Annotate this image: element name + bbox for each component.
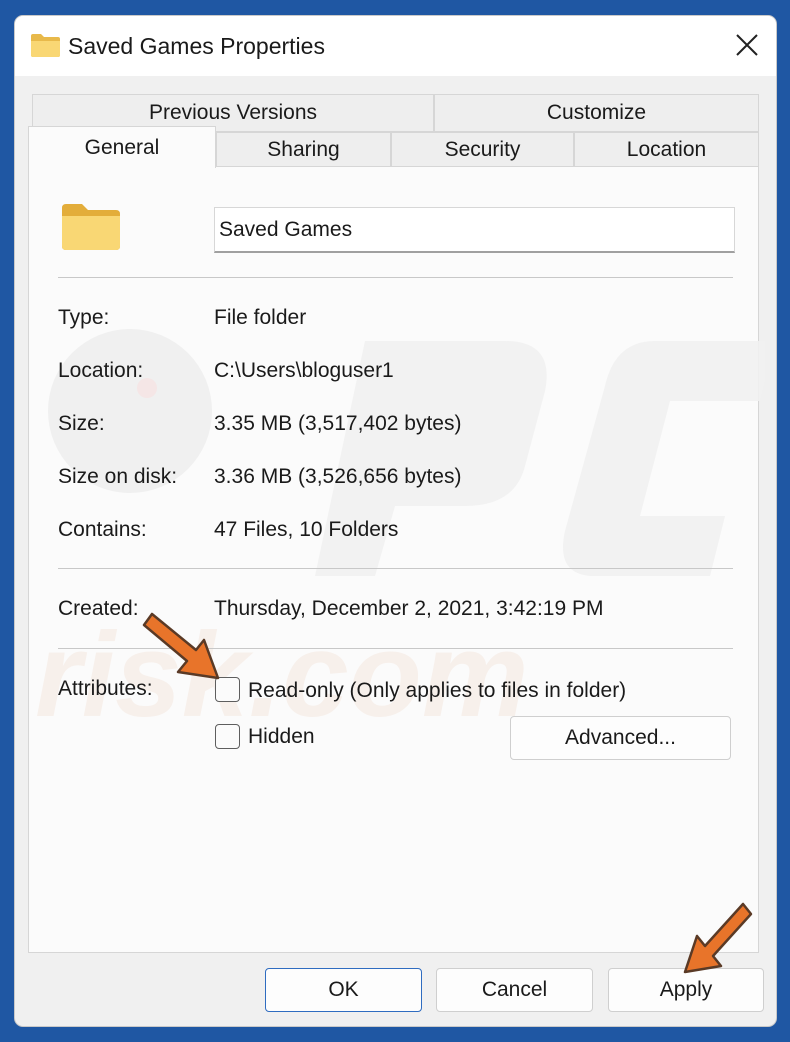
- tab-sharing[interactable]: Sharing: [216, 132, 391, 168]
- separator: [58, 568, 733, 569]
- created-value: Thursday, December 2, 2021, 3:42:19 PM: [214, 597, 604, 620]
- contains-label: Contains:: [58, 518, 147, 541]
- created-label: Created:: [58, 597, 139, 620]
- readonly-checkbox[interactable]: [215, 677, 240, 702]
- properties-dialog: Saved Games Properties Previous Versions…: [14, 15, 777, 1027]
- tab-label: General: [84, 135, 160, 159]
- type-value: File folder: [214, 306, 307, 329]
- apply-button-label: Apply: [659, 978, 713, 1001]
- advanced-button[interactable]: Advanced...: [510, 716, 731, 760]
- title-bar[interactable]: Saved Games Properties: [15, 16, 776, 76]
- tab-label: Customize: [546, 101, 647, 124]
- general-panel: [28, 166, 759, 953]
- size-label: Size:: [58, 412, 105, 435]
- tab-general[interactable]: General: [28, 126, 216, 168]
- apply-button[interactable]: Apply: [608, 968, 764, 1012]
- tab-label: Location: [626, 138, 707, 161]
- folder-icon: [62, 204, 120, 250]
- tab-label: Sharing: [267, 138, 340, 161]
- tab-security[interactable]: Security: [391, 132, 574, 168]
- advanced-button-label: Advanced...: [565, 726, 676, 749]
- size-on-disk-value: 3.36 MB (3,526,656 bytes): [214, 465, 462, 488]
- cancel-button[interactable]: Cancel: [436, 968, 593, 1012]
- type-label: Type:: [58, 306, 110, 329]
- close-icon[interactable]: [724, 22, 770, 68]
- separator: [58, 648, 733, 649]
- hidden-checkbox[interactable]: [215, 724, 240, 749]
- attributes-label: Attributes:: [58, 677, 153, 700]
- ok-button-label: OK: [328, 978, 359, 1001]
- size-on-disk-label: Size on disk:: [58, 465, 178, 488]
- size-value: 3.35 MB (3,517,402 bytes): [214, 412, 462, 435]
- ok-button[interactable]: OK: [265, 968, 422, 1012]
- cancel-button-label: Cancel: [481, 978, 548, 1001]
- tab-label: Security: [444, 138, 521, 161]
- hidden-checkbox-label[interactable]: Hidden: [248, 725, 315, 749]
- tab-label: Previous Versions: [148, 101, 318, 124]
- separator: [58, 277, 733, 278]
- readonly-checkbox-label[interactable]: Read-only (Only applies to files in fold…: [248, 679, 626, 703]
- tab-customize[interactable]: Customize: [434, 94, 759, 132]
- location-label: Location:: [58, 359, 144, 382]
- contains-value: 47 Files, 10 Folders: [214, 518, 399, 541]
- location-value: C:\Users\bloguser1: [214, 359, 394, 382]
- folder-icon: [31, 34, 60, 57]
- window-title: Saved Games Properties: [68, 33, 325, 59]
- tab-location[interactable]: Location: [574, 132, 759, 168]
- folder-name-input[interactable]: [214, 207, 735, 253]
